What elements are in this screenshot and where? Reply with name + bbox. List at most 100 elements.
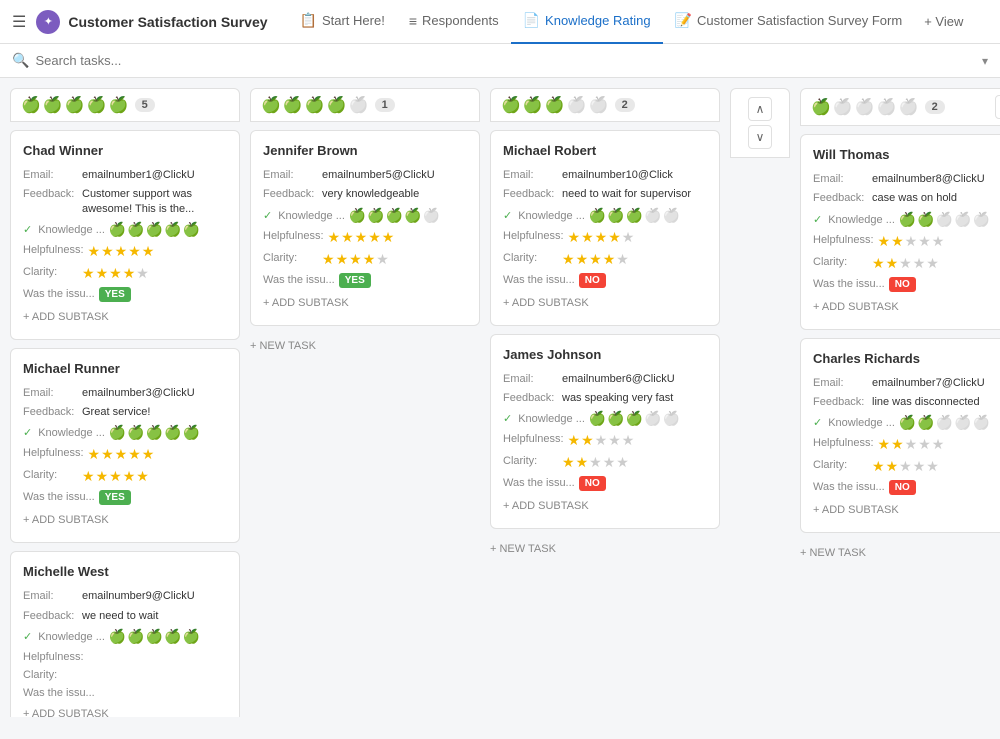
- add-subtask-button[interactable]: + ADD SUBTASK: [503, 496, 707, 516]
- issue-label: Was the issu...: [263, 273, 335, 286]
- card-name: Michael Robert: [503, 143, 707, 158]
- knowledge-row: ✓ Knowledge ... 🍏🍏🍏🍏🍏: [23, 628, 227, 645]
- feedback-label: Feedback:: [23, 609, 78, 622]
- email-label: Email:: [263, 168, 318, 181]
- knowledge-apples: 🍏🍏🍏🍏🍏: [589, 410, 680, 427]
- respondents-tab-icon: ≡: [409, 13, 417, 29]
- email-row: Email: emailnumber3@ClickU: [23, 386, 227, 400]
- app-title: Customer Satisfaction Survey: [68, 14, 267, 30]
- slim-nav-down[interactable]: ∨: [748, 125, 772, 149]
- add-subtask-button[interactable]: + ADD SUBTASK: [503, 293, 707, 313]
- add-subtask-button[interactable]: + ADD SUBTASK: [813, 297, 1000, 317]
- feedback-value: we need to wait: [82, 609, 227, 623]
- card-name: Michael Runner: [23, 361, 227, 376]
- tab-knowledge[interactable]: 📄 Knowledge Rating: [511, 0, 663, 44]
- knowledge-row: ✓ Knowledge ... 🍏🍏🍏🍏🍏: [503, 410, 707, 427]
- email-row: Email: emailnumber7@ClickU: [813, 376, 1000, 390]
- nav-right-button[interactable]: ›: [995, 95, 1000, 119]
- email-row: Email: emailnumber6@ClickU: [503, 372, 707, 386]
- add-subtask-button[interactable]: + ADD SUBTASK: [23, 510, 227, 530]
- issue-row: Was the issu... NO: [503, 476, 707, 491]
- knowledge-label: Knowledge ...: [38, 223, 105, 236]
- card-name: Will Thomas: [813, 147, 1000, 162]
- issue-label: Was the issu...: [23, 686, 95, 699]
- feedback-value: Great service!: [82, 405, 227, 419]
- feedback-label: Feedback:: [813, 395, 868, 408]
- knowledge-apples: 🍏🍏🍏🍏🍏: [589, 207, 680, 224]
- card-name: Michelle West: [23, 564, 227, 579]
- add-subtask-button[interactable]: + ADD SUBTASK: [23, 704, 227, 717]
- issue-resolved-badge: YES: [99, 490, 131, 505]
- helpfulness-stars: ★★★★★: [88, 243, 155, 260]
- card-name: Jennifer Brown: [263, 143, 467, 158]
- helpfulness-row: Helpfulness: ★★★★★: [263, 229, 467, 246]
- knowledge-row: ✓ Knowledge ... 🍏🍏🍏🍏🍏: [813, 414, 1000, 431]
- knowledge-label: Knowledge ...: [828, 416, 895, 429]
- column-header: 🍏🍏🍏🍏🍏 1: [250, 88, 480, 122]
- helpfulness-row: Helpfulness:: [23, 650, 227, 663]
- search-dropdown-icon[interactable]: ▾: [982, 54, 988, 68]
- clarity-row: Clarity: ★★★★★: [503, 454, 707, 471]
- knowledge-check-icon: ✓: [23, 426, 32, 439]
- helpfulness-label: Helpfulness:: [263, 229, 324, 242]
- helpfulness-stars: ★★★★★: [878, 436, 945, 453]
- add-subtask-button[interactable]: + ADD SUBTASK: [813, 500, 1000, 520]
- clarity-label: Clarity:: [263, 251, 318, 264]
- clarity-stars: ★★★★★: [872, 255, 939, 272]
- issue-resolved-badge: YES: [99, 287, 131, 302]
- column-header: 🍏🍏🍏🍏🍏 2: [490, 88, 720, 122]
- knowledge-apples: 🍏🍏🍏🍏🍏: [109, 424, 200, 441]
- email-label: Email:: [23, 386, 78, 399]
- feedback-row: Feedback: very knowledgeable: [263, 187, 467, 201]
- feedback-row: Feedback: line was disconnected: [813, 395, 1000, 409]
- feedback-value: was speaking very fast: [562, 391, 707, 405]
- tab-respondents[interactable]: ≡ Respondents: [397, 0, 511, 44]
- card-name: James Johnson: [503, 347, 707, 362]
- feedback-row: Feedback: was speaking very fast: [503, 391, 707, 405]
- tab-start[interactable]: 📋 Start Here!: [288, 0, 397, 44]
- cards-container: Jennifer Brown Email: emailnumber5@Click…: [250, 122, 480, 717]
- helpfulness-stars: ★★★★★: [88, 446, 155, 463]
- issue-row: Was the issu... YES: [23, 490, 227, 505]
- menu-icon[interactable]: ☰: [12, 12, 26, 32]
- feedback-row: Feedback: we need to wait: [23, 609, 227, 623]
- issue-resolved-badge: NO: [579, 273, 606, 288]
- knowledge-row: ✓ Knowledge ... 🍏🍏🍏🍏🍏: [503, 207, 707, 224]
- board: 🍏🍏🍏🍏🍏 5 Chad Winner Email: emailnumber1@…: [0, 78, 1000, 727]
- column-apple-rating: 🍏🍏🍏🍏🍏: [811, 97, 919, 117]
- add-subtask-button[interactable]: + ADD SUBTASK: [23, 307, 227, 327]
- feedback-row: Feedback: case was on hold: [813, 191, 1000, 205]
- issue-label: Was the issu...: [503, 476, 575, 489]
- helpfulness-row: Helpfulness: ★★★★★: [23, 446, 227, 463]
- clarity-stars: ★★★★★: [872, 458, 939, 475]
- add-subtask-button[interactable]: + ADD SUBTASK: [263, 293, 467, 313]
- issue-row: Was the issu... NO: [813, 277, 1000, 292]
- feedback-row: Feedback: Customer support was awesome! …: [23, 187, 227, 216]
- slim-nav-up[interactable]: ∧: [748, 97, 772, 121]
- new-task-button[interactable]: + NEW TASK: [250, 334, 480, 358]
- email-value: emailnumber9@ClickU: [82, 589, 227, 603]
- clarity-label: Clarity:: [813, 458, 868, 471]
- search-input[interactable]: [35, 53, 976, 68]
- email-value: emailnumber3@ClickU: [82, 386, 227, 400]
- knowledge-label: Knowledge ...: [828, 213, 895, 226]
- issue-label: Was the issu...: [23, 490, 95, 503]
- clarity-row: Clarity: ★★★★★: [23, 468, 227, 485]
- email-row: Email: emailnumber1@ClickU: [23, 168, 227, 182]
- view-button[interactable]: + View: [914, 14, 973, 29]
- knowledge-check-icon: ✓: [263, 209, 272, 222]
- feedback-label: Feedback:: [813, 191, 868, 204]
- new-task-button[interactable]: + NEW TASK: [490, 537, 720, 561]
- issue-row: Was the issu... YES: [23, 287, 227, 302]
- clarity-label: Clarity:: [503, 251, 558, 264]
- tab-form[interactable]: 📝 Customer Satisfaction Survey Form: [663, 0, 915, 44]
- cards-container: Chad Winner Email: emailnumber1@ClickU F…: [10, 122, 240, 717]
- clarity-stars: ★★★★★: [82, 468, 149, 485]
- feedback-value: case was on hold: [872, 191, 1000, 205]
- column-1: 🍏🍏🍏🍏🍏 5 Chad Winner Email: emailnumber1@…: [10, 88, 240, 717]
- new-task-button[interactable]: + NEW TASK: [800, 541, 1000, 565]
- knowledge-apples: 🍏🍏🍏🍏🍏: [899, 414, 990, 431]
- knowledge-apples: 🍏🍏🍏🍏🍏: [899, 211, 990, 228]
- email-row: Email: emailnumber8@ClickU: [813, 172, 1000, 186]
- card-name: Charles Richards: [813, 351, 1000, 366]
